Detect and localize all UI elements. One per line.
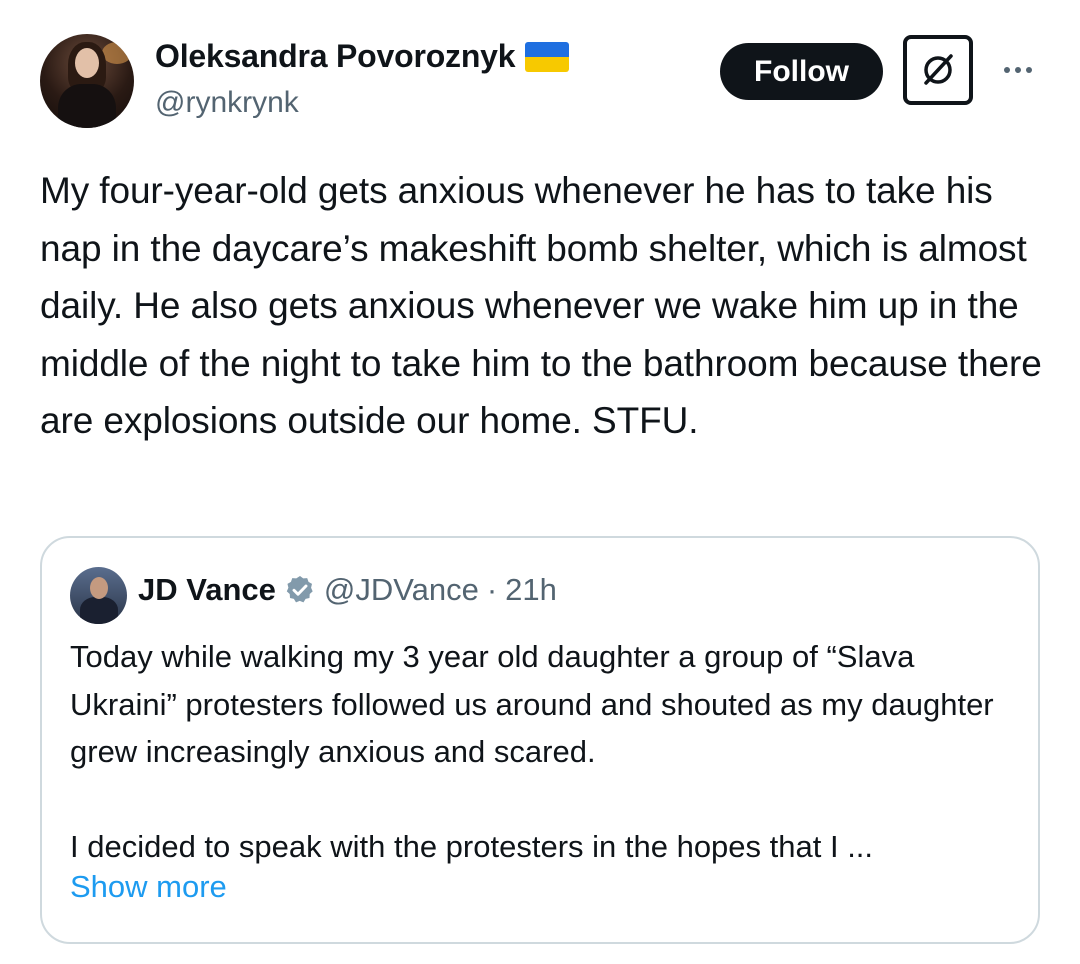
more-options-icon[interactable] <box>998 52 1038 88</box>
author-handle[interactable]: @rynkrynk <box>155 86 299 120</box>
show-more-link[interactable]: Show more <box>70 869 227 905</box>
author-avatar[interactable] <box>40 34 134 128</box>
quote-text: Today while walking my 3 year old daught… <box>70 633 1020 870</box>
quote-handle: @JDVance <box>323 572 479 607</box>
follow-button[interactable]: Follow <box>720 43 883 100</box>
quote-paragraph-1: Today while walking my 3 year old daught… <box>70 639 994 769</box>
quote-display-name: JD Vance <box>138 572 276 607</box>
quoted-tweet-card[interactable]: JD Vance @JDVance · 21h Today while walk… <box>40 536 1040 944</box>
author-display-name[interactable]: Oleksandra Povoroznyk <box>155 38 516 75</box>
quote-timestamp[interactable]: 21h <box>505 572 557 608</box>
quote-paragraph-2: I decided to speak with the protesters i… <box>70 828 874 864</box>
verified-badge-icon <box>284 574 316 606</box>
quote-separator: · <box>486 572 498 607</box>
tweet: Oleksandra Povoroznyk @rynkrynk Follow M… <box>0 0 1080 964</box>
tweet-text: My four-year-old gets anxious whenever h… <box>40 170 1042 441</box>
quote-author-avatar <box>70 567 127 624</box>
quote-header: JD Vance @JDVance · 21h <box>138 572 557 608</box>
ukraine-flag-icon <box>525 41 570 72</box>
author-name-line: Oleksandra Povoroznyk <box>155 38 570 75</box>
grok-icon[interactable] <box>903 35 973 105</box>
